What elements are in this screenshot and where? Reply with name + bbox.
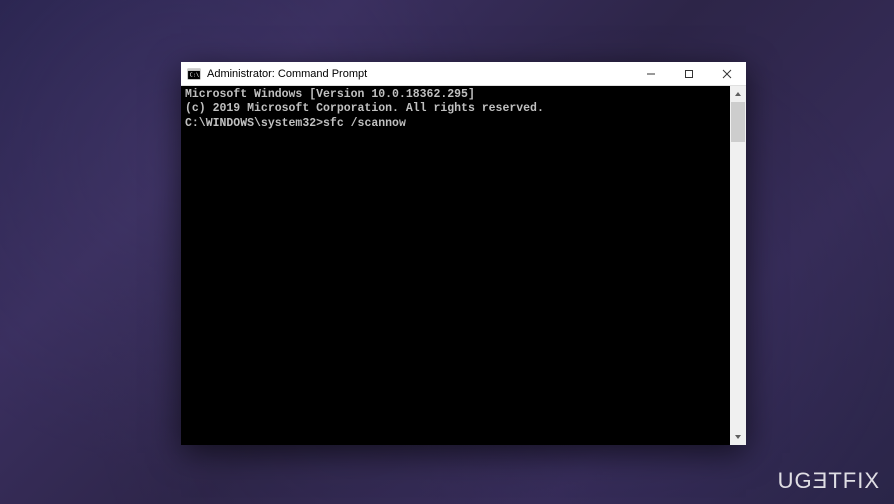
svg-text:C:\: C:\ [190, 72, 199, 78]
scrollbar-thumb[interactable] [731, 102, 745, 142]
terminal-content[interactable]: Microsoft Windows [Version 10.0.18362.29… [181, 86, 730, 445]
window-title: Administrator: Command Prompt [207, 68, 632, 80]
maximize-button[interactable] [670, 62, 708, 85]
cmd-icon: C:\ [187, 67, 201, 81]
terminal-command: sfc /scannow [323, 117, 406, 130]
terminal-line: (c) 2019 Microsoft Corporation. All righ… [185, 102, 726, 116]
terminal-line: Microsoft Windows [Version 10.0.18362.29… [185, 88, 726, 102]
minimize-button[interactable] [632, 62, 670, 85]
terminal-body: Microsoft Windows [Version 10.0.18362.29… [181, 86, 746, 445]
close-button[interactable] [708, 62, 746, 85]
command-prompt-window: C:\ Administrator: Command Prompt Micros… [181, 62, 746, 445]
window-controls [632, 62, 746, 85]
titlebar[interactable]: C:\ Administrator: Command Prompt [181, 62, 746, 86]
scrollbar-down-arrow[interactable] [730, 429, 746, 445]
terminal-prompt-line: C:\WINDOWS\system32>sfc /scannow [185, 117, 726, 131]
scrollbar-up-arrow[interactable] [730, 86, 746, 102]
vertical-scrollbar[interactable] [730, 86, 746, 445]
terminal-prompt: C:\WINDOWS\system32> [185, 117, 323, 130]
watermark-logo: UGƎTFIX [778, 468, 880, 494]
